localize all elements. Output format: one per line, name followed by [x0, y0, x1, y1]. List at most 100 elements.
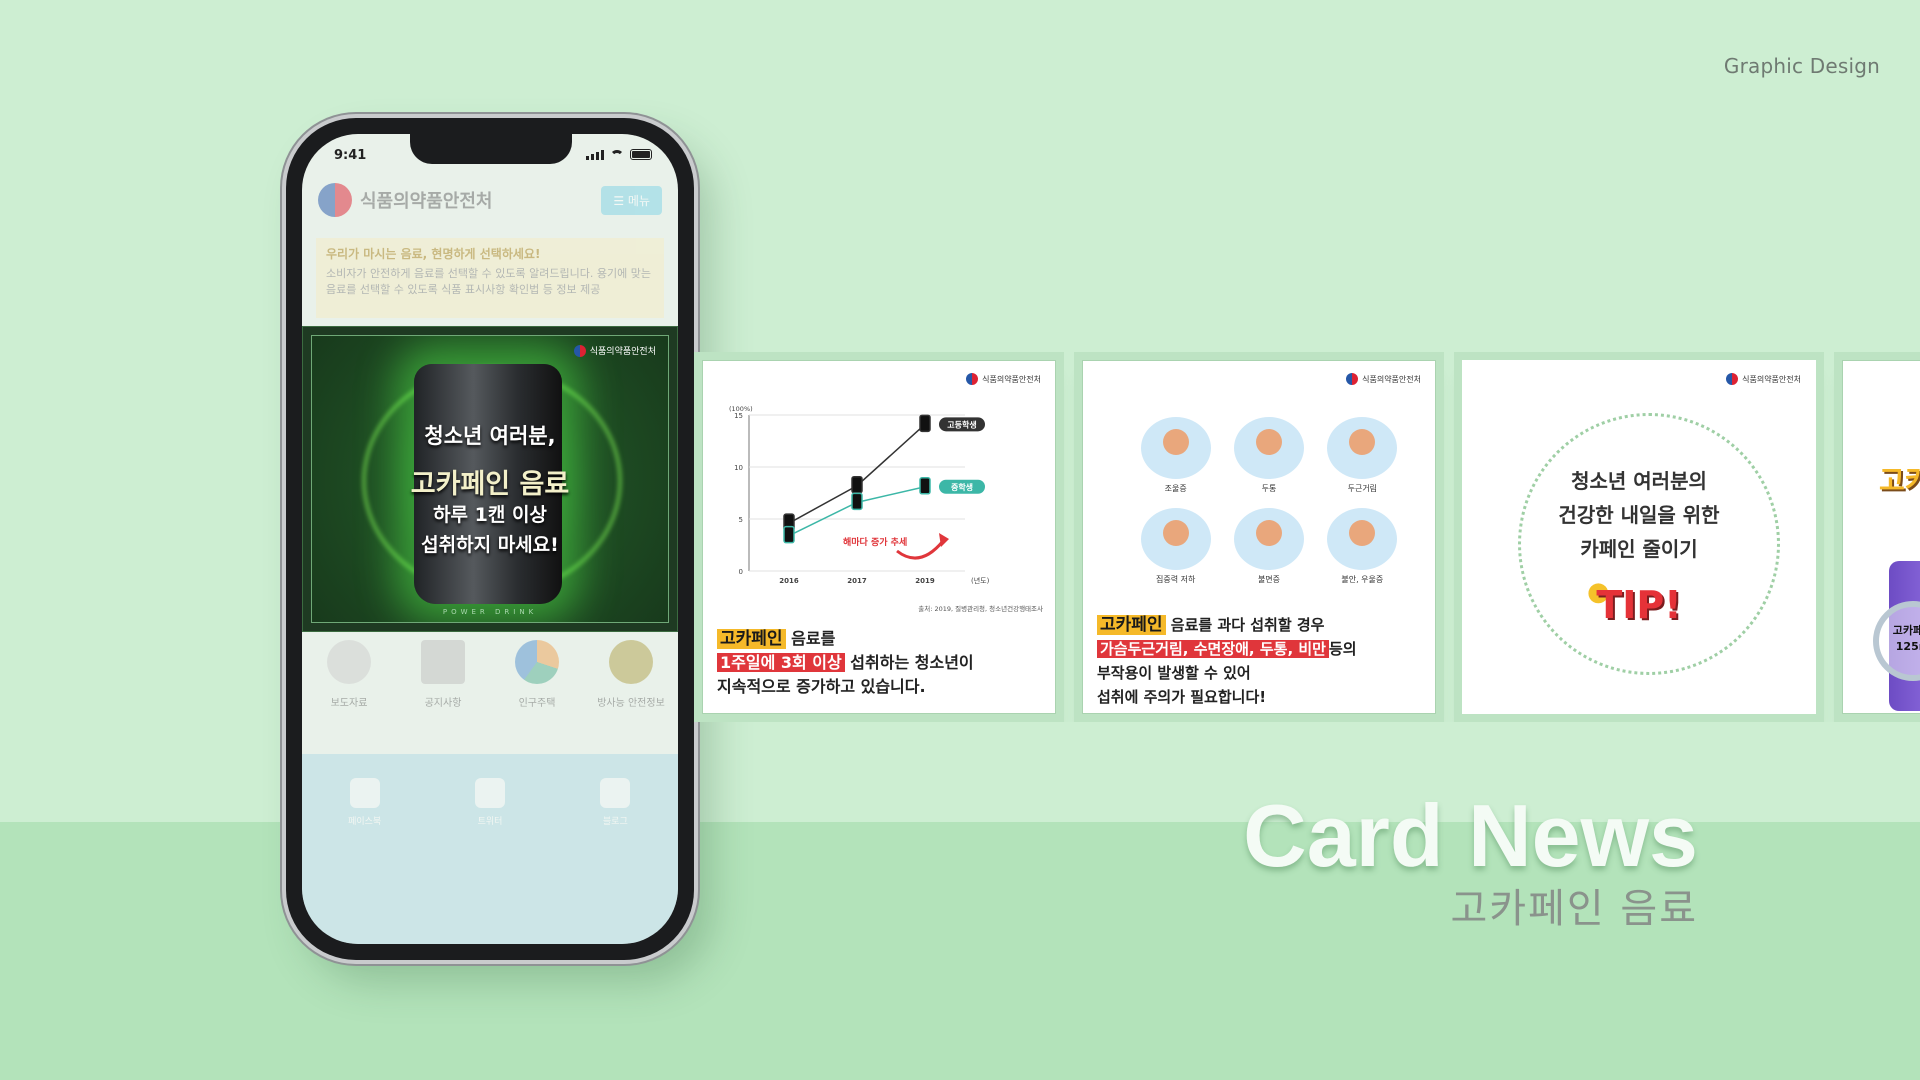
- status-icons: [586, 149, 652, 160]
- y-tick-label: 5: [739, 516, 743, 524]
- notice-title: 우리가 마시는 음료, 현명하게 선택하세요!: [326, 247, 541, 261]
- data-point-battery: [919, 477, 931, 495]
- x-tick-label: 2019: [915, 577, 935, 585]
- feature-line-2: 고카페인 음료: [410, 469, 570, 500]
- page-title: Card News: [1243, 786, 1698, 885]
- symptom-item: 두근거림: [1316, 417, 1409, 496]
- menu-button[interactable]: ☰ 메뉴: [601, 185, 662, 215]
- blog-icon: [600, 778, 631, 808]
- person-illustration-icon: [1140, 417, 1211, 479]
- lens-line-1: 고카페인: [1892, 624, 1920, 637]
- social-twitter[interactable]: 트위터: [460, 778, 520, 944]
- person-illustration-icon: [1233, 417, 1304, 479]
- phone-mockup: 9:41 식품의약품안전처 ☰ 메뉴 우리가 마시는 음료, 현명하게 선택하세…: [286, 118, 694, 960]
- status-bar: 9:41: [302, 146, 678, 168]
- status-time: 9:41: [334, 148, 367, 163]
- data-point-battery: [851, 492, 863, 511]
- wifi-icon: [610, 150, 624, 160]
- card-logo: 식품의약품안전처: [966, 373, 1041, 385]
- social-bar: 페이스북 트위터 블로그: [302, 754, 678, 944]
- card-strip: 식품의약품안전처 0 5 10 15 (100%) 2016 2017 2019 (년도) 고등학…: [694, 352, 1920, 722]
- quick-item-press[interactable]: 보도자료: [314, 640, 384, 726]
- tip-line-3: 카페인 줄이기: [1580, 537, 1698, 561]
- feature-footer: POWER DRINK: [442, 608, 538, 616]
- symptom-item: 불안, 우울증: [1316, 508, 1409, 587]
- feature-line-1: 청소년 여러분,: [424, 424, 556, 448]
- tip-line-2: 건강한 내일을 위한: [1558, 503, 1720, 527]
- feature-line-4: 섭취하지 마세요!: [421, 534, 559, 556]
- tip-line-1: 청소년 여러분의: [1571, 469, 1707, 493]
- symptom-item: 조울증: [1129, 417, 1222, 496]
- card-caffeine-check[interactable]: 고카 고카페인 125m: [1834, 352, 1920, 722]
- symptom-item: 두통: [1222, 417, 1315, 496]
- battery-icon: [630, 149, 652, 160]
- brand-tag: Graphic Design: [1723, 54, 1880, 78]
- person-illustration-icon: [1233, 508, 1304, 570]
- social-facebook[interactable]: 페이스북: [335, 778, 395, 944]
- card-chart[interactable]: 식품의약품안전처 0 5 10 15 (100%) 2016 2017 2019 (년도) 고등학…: [694, 352, 1064, 722]
- mfds-logo-icon: [1726, 373, 1739, 385]
- quick-item-radiation[interactable]: 방사능 안전정보: [596, 640, 666, 726]
- trend-line-chart: 0 5 10 15(100%) 2016 2017 2019 (년도) 고등학생중학생해마다 증…: [729, 405, 990, 585]
- facebook-icon: [349, 778, 380, 808]
- symptom-item: 집중력 저하: [1129, 508, 1222, 587]
- card-logo: 식품의약품안전처: [1346, 373, 1421, 385]
- person-illustration-icon: [1327, 417, 1398, 479]
- feature-logo: 식품의약품안전처: [573, 344, 656, 357]
- card2-caption-line1: 고카페인 음료를 과다 섭취할 경우: [1097, 613, 1425, 637]
- twitter-icon: [474, 778, 505, 808]
- feature-card-inner: 식품의약품안전처 청소년 여러분, 고카페인 음료 하루 1캔 이상 섭취하지 …: [311, 335, 669, 623]
- card4-title: 고카: [1879, 464, 1920, 497]
- card-logo: 식품의약품안전처: [1726, 373, 1801, 385]
- quick-item-stats[interactable]: 인구주택: [502, 640, 572, 726]
- card2-caption-line2: 가슴두근거림, 수면장애, 두통, 비만 등의: [1097, 637, 1425, 661]
- mfds-logo-icon: [573, 344, 586, 357]
- card2-caption-line3: 부작용이 발생할 수 있어: [1097, 664, 1251, 682]
- page-subtitle: 고카페인 음료: [1450, 886, 1698, 932]
- phone-screen: 9:41 식품의약품안전처 ☰ 메뉴 우리가 마시는 음료, 현명하게 선택하세…: [302, 134, 678, 944]
- app-header: 식품의약품안전처 ☰ 메뉴: [302, 174, 678, 226]
- x-tick-label: 2016: [779, 577, 799, 585]
- data-point-battery: [783, 525, 795, 544]
- signal-icon: [586, 150, 604, 160]
- mfds-logo-icon: [318, 183, 352, 217]
- series-label: 중학생: [951, 482, 973, 492]
- news-icon: [421, 640, 465, 684]
- card2-caption-line4: 섭취에 주의가 필요합니다!: [1097, 688, 1267, 706]
- y-axis-label: (100%): [729, 405, 753, 413]
- x-axis-label: (년도): [971, 576, 990, 585]
- series-label: 고등학생: [947, 419, 976, 429]
- person-illustration-icon: [1327, 508, 1398, 570]
- card-tip[interactable]: 식품의약품안전처 청소년 여러분의 건강한 내일을 위한 카페인 줄이기 ● T…: [1454, 352, 1824, 722]
- card-chart-inner: 식품의약품안전처 0 5 10 15 (100%) 2016 2017 2019 (년도) 고등학…: [702, 360, 1056, 714]
- person-illustration-icon: [1140, 508, 1211, 570]
- card-symptoms-inner: 식품의약품안전처 조울증 두통 두근거림 집중력 저하 불면증 불안, 우울증 …: [1082, 360, 1436, 714]
- magnifier-icon: 고카페인 125m: [1873, 601, 1920, 681]
- social-blog[interactable]: 블로그: [585, 778, 645, 944]
- y-tick-label: 10: [734, 464, 743, 472]
- card1-caption-line1: 고카페인 음료를: [717, 627, 1045, 651]
- feature-line-3: 하루 1캔 이상: [433, 504, 547, 526]
- card1-caption-line2: 1주일에 3회 이상 섭취하는 청소년이: [717, 651, 1045, 675]
- x-tick-label: 2017: [847, 577, 867, 585]
- card-caffeine-inner: 고카 고카페인 125m: [1842, 360, 1920, 714]
- radiation-icon: [609, 640, 653, 684]
- y-tick-label: 0: [739, 568, 743, 576]
- mfds-logo-icon: [966, 373, 979, 385]
- y-tick-label: 15: [734, 412, 743, 420]
- notice-body: 소비자가 안전하게 음료를 선택할 수 있도록 알려드립니다. 용기에 맞는 음…: [326, 267, 651, 296]
- card-tip-inner: 식품의약품안전처 청소년 여러분의 건강한 내일을 위한 카페인 줄이기 ● T…: [1462, 360, 1816, 714]
- app-name: 식품의약품안전처: [360, 191, 493, 212]
- chart-source: 출처: 2019, 질병관리청, 청소년건강행태조사: [918, 605, 1043, 613]
- mfds-logo-icon: [1346, 373, 1359, 385]
- data-point-battery: [919, 414, 931, 433]
- chart-annotation: 해마다 증가 추세: [843, 536, 907, 548]
- pie-chart-icon: [515, 640, 559, 684]
- card-symptoms[interactable]: 식품의약품안전처 조울증 두통 두근거림 집중력 저하 불면증 불안, 우울증 …: [1074, 352, 1444, 722]
- data-point-battery: [851, 475, 863, 494]
- feature-card-news[interactable]: 식품의약품안전처 청소년 여러분, 고카페인 음료 하루 1캔 이상 섭취하지 …: [302, 326, 678, 632]
- notice-box: 우리가 마시는 음료, 현명하게 선택하세요! 소비자가 안전하게 음료를 선택…: [316, 238, 664, 318]
- quick-item-notice[interactable]: 공지사항: [408, 640, 478, 726]
- microphone-icon: [327, 640, 371, 684]
- tip-heading: TIP!: [1596, 583, 1682, 627]
